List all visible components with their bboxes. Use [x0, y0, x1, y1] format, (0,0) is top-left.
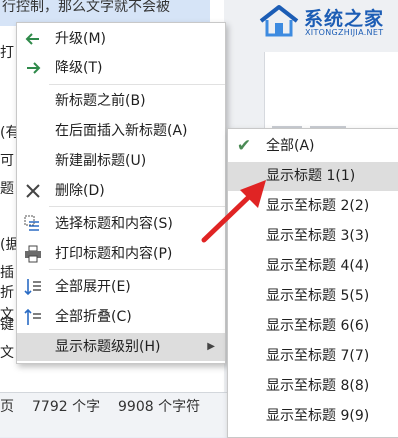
- menu-item-insert-heading-after[interactable]: 在后面插入新标题(A): [17, 117, 225, 145]
- text-fragment: 插: [0, 265, 14, 281]
- heading-level-submenu: ✔ 全部(A) 显示标题 1(1) 显示至标题 2(2) 显示至标题 3(3) …: [227, 128, 398, 438]
- menu-item-collapse-all[interactable]: 全部折叠(C): [17, 303, 225, 331]
- menu-item-label: 删除(D): [55, 183, 105, 199]
- arrow-left-icon: [23, 29, 43, 49]
- menu-item-label: 全部折叠(C): [55, 309, 132, 325]
- text-fragment: (有: [0, 125, 16, 141]
- menu-item-delete[interactable]: 删除(D): [17, 177, 225, 205]
- submenu-item-level-4[interactable]: 显示至标题 4(4): [228, 252, 398, 281]
- submenu-item-level-5[interactable]: 显示至标题 5(5): [228, 282, 398, 311]
- text-fragment: (据: [0, 237, 16, 253]
- checkmark-icon: ✔: [236, 136, 252, 156]
- submenu-item-label: 显示至标题 6(6): [266, 318, 370, 334]
- submenu-item-label: 全部(A): [266, 138, 315, 154]
- selected-text: 行控制，那么文字就不会被: [2, 0, 170, 15]
- word-count[interactable]: 7792 个字: [32, 393, 100, 421]
- logo-url: XITONGZHIJIA.NET: [305, 28, 384, 37]
- submenu-item-level-9[interactable]: 显示至标题 9(9): [228, 402, 398, 431]
- menu-item-show-heading-level[interactable]: 显示标题级别(H) ▶: [17, 333, 225, 361]
- text-fragment: 折: [0, 285, 14, 301]
- text-fragment: 键: [0, 317, 14, 333]
- arrow-right-icon: [23, 58, 43, 78]
- menu-item-promote[interactable]: 升级(M): [17, 25, 225, 53]
- menu-item-expand-all[interactable]: 全部展开(E): [17, 273, 225, 301]
- submenu-item-all[interactable]: ✔ 全部(A): [228, 132, 398, 161]
- house-logo-icon: [259, 5, 299, 37]
- outline-context-menu: 升级(M) 降级(T) 新标题之前(B) 在后面插入新标题(A) 新建副标题(U…: [16, 22, 226, 364]
- red-annotation-arrow-icon: [201, 180, 266, 243]
- document-left-edge: 打 (有 可 题 (据 插 折 文 键 文: [0, 26, 16, 390]
- submenu-item-label: 显示至标题 5(5): [266, 288, 370, 304]
- page-indicator[interactable]: 页: [0, 393, 14, 421]
- menu-item-label: 新标题之前(B): [55, 93, 146, 109]
- text-fragment: 可: [0, 153, 14, 169]
- menu-item-label: 打印标题和内容(P): [55, 246, 173, 262]
- menu-item-label: 显示标题级别(H): [55, 339, 161, 355]
- menu-item-new-heading-before[interactable]: 新标题之前(B): [17, 87, 225, 115]
- site-logo: 系统之家 XITONGZHIJIA.NET: [258, 2, 398, 42]
- menu-item-label: 升级(M): [55, 31, 107, 47]
- menu-separator: [49, 269, 225, 270]
- expand-all-icon: [23, 277, 43, 297]
- char-count[interactable]: 9908 个字符: [118, 393, 200, 421]
- submenu-item-label: 显示至标题 8(8): [266, 378, 370, 394]
- submenu-item-label: 显示至标题 7(7): [266, 348, 370, 364]
- select-content-icon: [23, 214, 43, 234]
- menu-item-label: 全部展开(E): [55, 279, 131, 295]
- submenu-item-label: 显示至标题 9(9): [266, 408, 370, 424]
- submenu-item-label: 显示至标题 3(3): [266, 228, 370, 244]
- menu-item-demote[interactable]: 降级(T): [17, 54, 225, 82]
- text-fragment: 文: [0, 345, 14, 361]
- menu-item-label: 选择标题和内容(S): [55, 216, 173, 232]
- menu-item-select-heading-content[interactable]: 选择标题和内容(S): [17, 210, 225, 238]
- submenu-item-level-8[interactable]: 显示至标题 8(8): [228, 372, 398, 401]
- text-fragment: 题: [0, 181, 14, 197]
- menu-item-label: 新建副标题(U): [55, 153, 147, 169]
- delete-x-icon: [23, 181, 43, 201]
- submenu-item-label: 显示标题 1(1): [266, 168, 356, 184]
- submenu-item-level-7[interactable]: 显示至标题 7(7): [228, 342, 398, 371]
- menu-separator: [49, 84, 225, 85]
- text-fragment: 打: [0, 45, 14, 61]
- menu-item-new-subheading[interactable]: 新建副标题(U): [17, 147, 225, 175]
- menu-item-label: 降级(T): [55, 60, 103, 76]
- submenu-arrow-icon: ▶: [207, 341, 215, 352]
- submenu-item-label: 显示至标题 4(4): [266, 258, 370, 274]
- submenu-item-label: 显示至标题 2(2): [266, 198, 370, 214]
- menu-item-print-heading-content[interactable]: 打印标题和内容(P): [17, 240, 225, 268]
- logo-name: 系统之家: [304, 8, 385, 30]
- printer-icon: [23, 244, 43, 264]
- collapse-all-icon: [23, 307, 43, 327]
- menu-item-label: 在后面插入新标题(A): [55, 123, 188, 139]
- submenu-item-level-6[interactable]: 显示至标题 6(6): [228, 312, 398, 341]
